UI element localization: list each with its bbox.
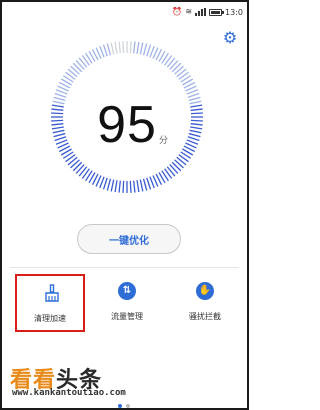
- dial-tick-active: [136, 41, 140, 54]
- dial-tick-inactive: [122, 41, 125, 54]
- score-unit: 分: [159, 136, 169, 146]
- score-value: 95: [97, 96, 157, 154]
- dial-tick-active: [102, 44, 108, 57]
- dial-tick-active: [118, 180, 121, 193]
- one-click-optimize-button[interactable]: 一键优化: [77, 224, 181, 254]
- alarm-icon: ⏰: [172, 7, 183, 16]
- dial-tick-active: [133, 180, 136, 193]
- page-dot-active: [118, 404, 122, 408]
- watermark-url: www.kankantoutiao.com: [12, 388, 126, 398]
- traffic-icon: ⇅: [118, 282, 136, 300]
- dial-tick-active: [149, 45, 155, 58]
- dial-tick-active: [133, 41, 136, 54]
- tool-label: 骚扰拦截: [189, 312, 221, 321]
- dial-tick-active: [142, 43, 148, 56]
- dial-tick-active: [106, 178, 112, 191]
- tool-harassment-block[interactable]: ✋ 骚扰拦截: [170, 274, 240, 332]
- divider: [10, 267, 239, 268]
- dial-tick-active: [136, 180, 140, 193]
- dial-tick-active: [139, 42, 144, 55]
- hand-block-icon: ✋: [196, 282, 214, 300]
- dial-tick-active: [139, 179, 144, 192]
- dial-tick-inactive: [118, 41, 121, 54]
- dial-tick-active: [106, 43, 112, 56]
- tool-label: 流量管理: [111, 312, 143, 321]
- dial-tick-active: [146, 177, 152, 190]
- tool-traffic-management[interactable]: ⇅ 流量管理: [92, 274, 162, 332]
- dial-tick-inactive: [114, 41, 118, 54]
- dial-tick-active: [149, 176, 155, 189]
- dial-tick-inactive: [110, 42, 115, 55]
- dial-tick-active: [55, 89, 68, 95]
- status-bar: ⏰ ≋ 13:0: [172, 6, 243, 18]
- dial-tick-active: [142, 178, 148, 191]
- dial-tick-active: [146, 44, 152, 57]
- phone-screen: ⏰ ≋ 13:0 ⚙ 95 分 一键优化 清理加速 ⇅ 流量管理 ✋ 骚扰拦截 …: [0, 0, 249, 410]
- page-indicator: [118, 404, 130, 408]
- watermark-logo: 看看头条 www.kankantoutiao.com: [10, 362, 210, 404]
- dial-tick-active: [110, 179, 115, 192]
- wifi-icon: ≋: [185, 7, 193, 16]
- dial-tick-active: [102, 177, 108, 190]
- signal-icon: [195, 8, 207, 16]
- score-dial: 95 分: [47, 37, 207, 197]
- gear-icon[interactable]: ⚙: [222, 30, 238, 46]
- dial-tick-inactive: [129, 41, 132, 54]
- dial-tick-active: [122, 180, 125, 193]
- broom-icon: [43, 284, 61, 302]
- tool-label: 清理加速: [34, 314, 66, 323]
- tool-cleanup-accelerate[interactable]: 清理加速: [15, 274, 85, 332]
- dial-tick-active: [99, 45, 105, 58]
- dial-tick-active: [99, 176, 105, 189]
- status-time: 13:0: [225, 7, 243, 17]
- battery-icon: [209, 8, 225, 16]
- dial-tick-active: [129, 180, 132, 193]
- page-dot: [126, 404, 130, 408]
- dial-tick-active: [114, 180, 118, 193]
- dial-tick-active: [186, 89, 199, 95]
